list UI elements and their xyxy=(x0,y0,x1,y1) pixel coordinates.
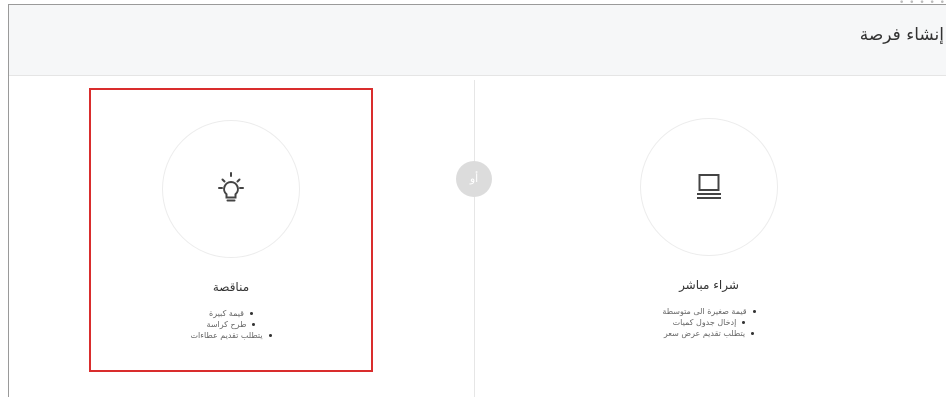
list-item: إدخال جدول كميات xyxy=(567,317,851,328)
page-title: إنشاء فرصة xyxy=(859,25,944,45)
bullet-icon xyxy=(249,312,253,315)
bullet-icon xyxy=(268,334,272,337)
or-separator: أو xyxy=(456,161,492,197)
bullet-icon xyxy=(751,332,755,335)
list-item: قيمة صغيرة الى متوسطة xyxy=(567,306,851,317)
list-item: يتطلب تقديم عطاءات xyxy=(91,330,371,341)
tender-features: قيمة كبيرة طرح كراسة يتطلب تقديم عطاءات xyxy=(91,308,371,341)
list-item: يتطلب تقديم عرض سعر xyxy=(567,328,851,339)
tender-option-card[interactable]: مناقصة قيمة كبيرة طرح كراسة يتطلب تقديم … xyxy=(89,88,373,372)
bullet-icon xyxy=(752,310,756,313)
lightbulb-icon xyxy=(218,172,244,202)
list-item: قيمة كبيرة xyxy=(91,308,371,319)
bullet-icon xyxy=(742,321,746,324)
direct-purchase-title: شراء مباشر xyxy=(679,278,739,292)
tender-icon-circle xyxy=(162,120,300,258)
tender-title: مناقصة xyxy=(212,280,250,294)
direct-purchase-features: قيمة صغيرة الى متوسطة إدخال جدول كميات ي… xyxy=(567,306,851,339)
direct-purchase-option-card[interactable]: شراء مباشر قيمة صغيرة الى متوسطة إدخال ج… xyxy=(567,88,851,372)
page-header: إنشاء فرصة xyxy=(9,5,946,76)
bullet-icon xyxy=(252,323,256,326)
direct-purchase-icon-circle xyxy=(640,118,778,256)
list-item: طرح كراسة xyxy=(91,319,371,330)
column-divider xyxy=(474,80,475,397)
laptop-icon xyxy=(697,174,721,199)
